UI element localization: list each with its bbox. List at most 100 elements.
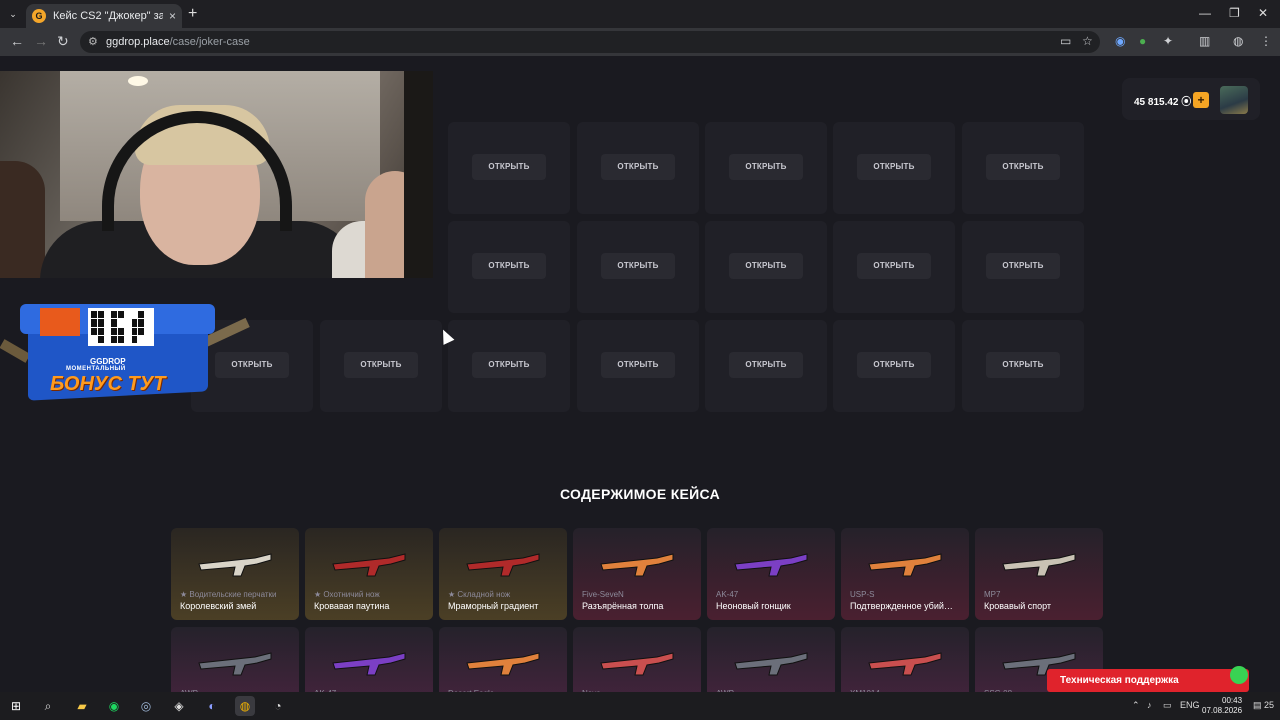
case-item-card[interactable]: AK-47: [305, 627, 433, 692]
menu-kebab-icon[interactable]: ⋮: [1260, 34, 1272, 48]
case-contents-title: СОДЕРЖИМОЕ КЕЙСА: [559, 486, 721, 502]
minimize-icon[interactable]: —: [1199, 6, 1211, 20]
case-item-card[interactable]: AK-47 Неоновый гонщик: [707, 528, 835, 620]
tray-chevron-icon[interactable]: ⌃: [1132, 700, 1140, 711]
case-item-card[interactable]: MP7 Кровавый спорт: [975, 528, 1103, 620]
rifle-icon: [329, 641, 409, 681]
case-slot: ОТКРЫТЬ: [833, 221, 955, 313]
case-slot: ОТКРЫТЬ: [320, 320, 442, 412]
chrome-icon[interactable]: ◍: [235, 696, 255, 716]
case-slot: ОТКРЫТЬ: [577, 122, 699, 214]
avatar[interactable]: [1220, 86, 1248, 114]
network-icon[interactable]: ▭: [1163, 700, 1172, 711]
open-button[interactable]: ОТКРЫТЬ: [729, 154, 803, 180]
extension-icon[interactable]: ◉: [1115, 34, 1125, 48]
open-button[interactable]: ОТКРЫТЬ: [472, 352, 546, 378]
open-button[interactable]: ОТКРЫТЬ: [472, 253, 546, 279]
file-explorer-icon[interactable]: ▰: [72, 696, 92, 716]
install-app-icon[interactable]: ▭: [1060, 34, 1071, 48]
case-slot: ОТКРЫТЬ: [962, 221, 1084, 313]
item-skin-name: Неоновый гонщик: [716, 601, 791, 611]
gloves-icon: [195, 542, 275, 582]
balance-widget: 45 815.42 ⦿ +: [1122, 78, 1260, 120]
open-button[interactable]: ОТКРЫТЬ: [601, 352, 675, 378]
open-button[interactable]: ОТКРЫТЬ: [729, 352, 803, 378]
reload-icon[interactable]: ↻: [57, 33, 69, 50]
new-tab-icon[interactable]: +: [188, 5, 197, 23]
case-item-card[interactable]: USP-S Подтвержденное убий…: [841, 528, 969, 620]
case-item-card[interactable]: XM1014: [841, 627, 969, 692]
item-skin-name: Королевский змей: [180, 601, 257, 611]
windows-start-icon[interactable]: ⊞: [6, 696, 26, 716]
case-slot: ОТКРЫТЬ: [705, 320, 827, 412]
close-window-icon[interactable]: ✕: [1258, 6, 1268, 20]
address-bar[interactable]: ⚙ ggdrop.place/case/joker-case: [80, 31, 1100, 53]
site-info-icon[interactable]: ⚙: [88, 31, 98, 53]
os-taskbar: ⊞ ⌕ ▰ ◉ ◎ ◈ ◐ ◍ ◔ ⌃ ♪ ▭ ENG 00:43 07.08.…: [0, 692, 1280, 720]
case-item-card[interactable]: AWP: [171, 627, 299, 692]
clock-time: 00:43: [1222, 696, 1243, 705]
obs-icon[interactable]: ◔: [268, 696, 288, 716]
notifications-icon[interactable]: ▤ 25: [1253, 700, 1274, 711]
promo-brand: GGDROP: [90, 357, 126, 366]
open-button[interactable]: ОТКРЫТЬ: [986, 154, 1060, 180]
spotify-icon[interactable]: ◉: [104, 696, 124, 716]
item-skin-name: Разъярённая толпа: [582, 601, 664, 611]
notification-count: 25: [1264, 700, 1275, 710]
side-panel-icon[interactable]: ▥: [1199, 34, 1210, 48]
profile-icon[interactable]: ◍: [1233, 34, 1243, 48]
forward-icon[interactable]: →: [34, 33, 48, 49]
case-slot: ОТКРЫТЬ: [577, 221, 699, 313]
item-skin-name: Подтвержденное убий…: [850, 601, 953, 611]
bookmark-star-icon[interactable]: ☆: [1082, 34, 1093, 48]
case-item-card[interactable]: ★ Водительские перчатки Королевский змей: [171, 528, 299, 620]
url-host: ggdrop.place: [106, 36, 170, 48]
tech-support-button[interactable]: Техническая поддержка: [1047, 669, 1249, 692]
deposit-button[interactable]: +: [1193, 92, 1209, 108]
system-clock[interactable]: 00:43 07.08.2026: [1202, 696, 1242, 716]
restore-icon[interactable]: ❐: [1229, 6, 1240, 20]
rifle-icon: [731, 542, 811, 582]
open-button[interactable]: ОТКРЫТЬ: [986, 352, 1060, 378]
item-weapon-type: MP7: [984, 590, 1001, 599]
item-weapon-type: ★ Охотничий нож: [314, 590, 380, 599]
case-item-card[interactable]: AWP: [707, 627, 835, 692]
open-button[interactable]: ОТКРЫТЬ: [729, 253, 803, 279]
open-button[interactable]: ОТКРЫТЬ: [472, 154, 546, 180]
steam-icon[interactable]: ◎: [136, 696, 156, 716]
case-item-card[interactable]: Nova: [573, 627, 701, 692]
tab-search-icon[interactable]: ⌄: [6, 6, 20, 22]
extension-green-icon[interactable]: ●: [1139, 34, 1146, 48]
bonus-promo-banner[interactable]: GGDROP МОМЕНТАЛЬНЫЙ БОНУС ТУТ: [0, 296, 250, 406]
close-tab-icon[interactable]: ×: [169, 9, 176, 23]
extensions-puzzle-icon[interactable]: ✦: [1163, 34, 1173, 48]
volume-icon[interactable]: ♪: [1147, 700, 1152, 710]
shotgun-icon: [865, 641, 945, 681]
open-button[interactable]: ОТКРЫТЬ: [344, 352, 418, 378]
discord-icon[interactable]: ◐: [202, 696, 222, 716]
open-button[interactable]: ОТКРЫТЬ: [601, 154, 675, 180]
browser-tab[interactable]: G Кейс CS2 "Джокер" за 999G н… ×: [26, 4, 182, 28]
open-button[interactable]: ОТКРЫТЬ: [857, 253, 931, 279]
pistol-icon: [865, 542, 945, 582]
open-button[interactable]: ОТКРЫТЬ: [601, 253, 675, 279]
open-button[interactable]: ОТКРЫТЬ: [857, 154, 931, 180]
url-path: /case/joker-case: [169, 36, 250, 48]
language-indicator[interactable]: ENG: [1180, 700, 1200, 710]
case-slot: ОТКРЫТЬ: [705, 221, 827, 313]
case-item-card[interactable]: Five-SeveN Разъярённая толпа: [573, 528, 701, 620]
sniper-icon: [195, 641, 275, 681]
case-item-card[interactable]: ★ Складной нож Мраморный градиент: [439, 528, 567, 620]
open-button[interactable]: ОТКРЫТЬ: [857, 352, 931, 378]
shotgun-icon: [597, 641, 677, 681]
search-icon[interactable]: ⌕: [38, 696, 58, 716]
ceiling-lamp: [128, 76, 148, 86]
case-item-card[interactable]: ★ Охотничий нож Кровавая паутина: [305, 528, 433, 620]
app-icon[interactable]: ◈: [169, 696, 189, 716]
case-item-card[interactable]: Desert Eagle: [439, 627, 567, 692]
open-button[interactable]: ОТКРЫТЬ: [986, 253, 1060, 279]
knife-icon: [329, 542, 409, 582]
webcam-person-left: [0, 161, 45, 278]
back-icon[interactable]: ←: [10, 33, 24, 49]
browser-titlebar: ⌄ G Кейс CS2 "Джокер" за 999G н… × + — ❐…: [0, 0, 1280, 28]
